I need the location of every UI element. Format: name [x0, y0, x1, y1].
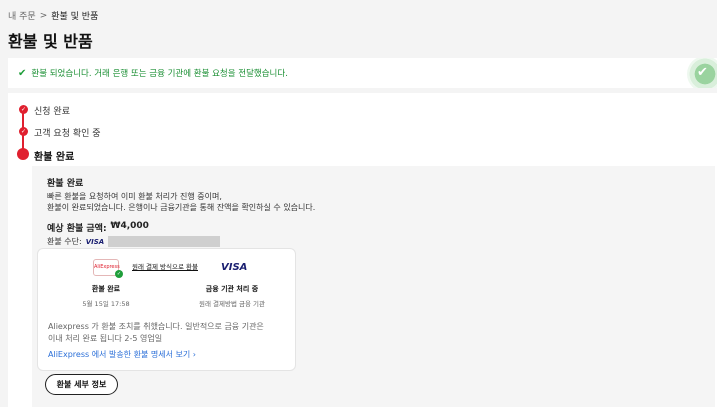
amount-value: ₩4,000: [110, 221, 149, 231]
breadcrumb-separator: >: [39, 10, 48, 21]
original-payment-link[interactable]: 원래 결제 방식으로 환불: [132, 261, 198, 271]
banner-message: 환불 되었습니다. 거래 은행 또는 금융 기관에 환불 요청을 전달했습니다.: [31, 69, 288, 79]
detail-desc-line: 빠른 환불을 요청하여 이미 환불 처리가 진행 중이며,: [47, 192, 222, 201]
refund-note: Aliexpress 가 환불 조치를 취했습니다. 일반적으로 금융 기관은 …: [48, 321, 288, 345]
step-label-applied: 신청 완료: [34, 107, 70, 117]
detail-description: 빠른 환불을 요청하여 이미 환불 처리가 진행 중이며, 환불이 완료되었습니…: [47, 191, 315, 213]
note-line: Aliexpress 가 환불 조치를 취했습니다. 일반적으로 금융 기관은: [48, 322, 264, 331]
refund-method: 환불 수단: VISA: [47, 236, 221, 247]
detail-desc-line: 환불이 완료되었습니다. 은행이나 금융기관을 통해 잔액을 확인하실 수 있습…: [47, 203, 316, 212]
check-icon: ✓: [115, 270, 123, 278]
step-subtitle: 원래 결제방법 금융 기관: [199, 300, 265, 308]
masked-card-number: [108, 236, 221, 247]
method-label: 환불 수단:: [47, 237, 82, 246]
refund-flow-card: AliExpress ✓ 원래 결제 방식으로 환불 VISA 환불 완료 5월…: [37, 248, 296, 371]
step-done-icon: ✓: [19, 127, 28, 136]
amount-label: 예상 환불 금액:: [47, 224, 107, 234]
refund-details-button[interactable]: 환불 세부 정보: [45, 374, 118, 395]
decoration-check-icon: ✔: [697, 65, 708, 80]
breadcrumb: 내 주문 > 환불 및 반품: [8, 9, 99, 23]
refund-detail-panel: 환불 완료 빠른 환불을 요청하여 이미 환불 처리가 진행 중이며, 환불이 …: [32, 166, 715, 407]
step-label-reviewing: 고객 요청 확인 중: [34, 129, 101, 139]
success-banner: ✔ 환불 되었습니다. 거래 은행 또는 금융 기관에 환불 요청을 전달했습니…: [8, 58, 717, 88]
page-title: 환불 및 반품: [8, 32, 93, 51]
step-done-icon: ✓: [19, 105, 28, 114]
step-date: 5월 15일 17:58: [82, 300, 130, 308]
step-refund-complete: 환불 완료 5월 15일 17:58: [51, 284, 161, 308]
note-line: 이내 처리 완료 됩니다 2-5 영업일: [48, 334, 163, 343]
step-current-icon: [17, 148, 29, 160]
view-refund-statement-link[interactable]: AliExpress 에서 발송한 환불 명세서 보기 ›: [48, 349, 196, 360]
detail-title: 환불 완료: [47, 179, 84, 189]
main-panel: ✓ 신청 완료 ✓ 고객 요청 확인 중 환불 완료 환불 완료 빠른 환불을 …: [8, 93, 717, 407]
breadcrumb-my-orders[interactable]: 내 주문: [8, 9, 36, 22]
step-title: 금융 기관 처리 중: [205, 285, 259, 293]
visa-logo-icon: VISA: [85, 237, 105, 246]
step-label-refund-complete: 환불 완료: [34, 152, 75, 163]
step-bank-processing: 금융 기관 처리 중 원래 결제방법 금융 기관: [177, 284, 287, 308]
visa-logo-icon: VISA: [221, 262, 248, 273]
step-title: 환불 완료: [91, 285, 121, 293]
breadcrumb-current: 환불 및 반품: [51, 12, 99, 22]
check-icon: ✔: [18, 67, 27, 79]
refund-amount: 예상 환불 금액: ₩4,000: [47, 221, 149, 234]
success-decoration-icon: ✔: [687, 58, 717, 88]
